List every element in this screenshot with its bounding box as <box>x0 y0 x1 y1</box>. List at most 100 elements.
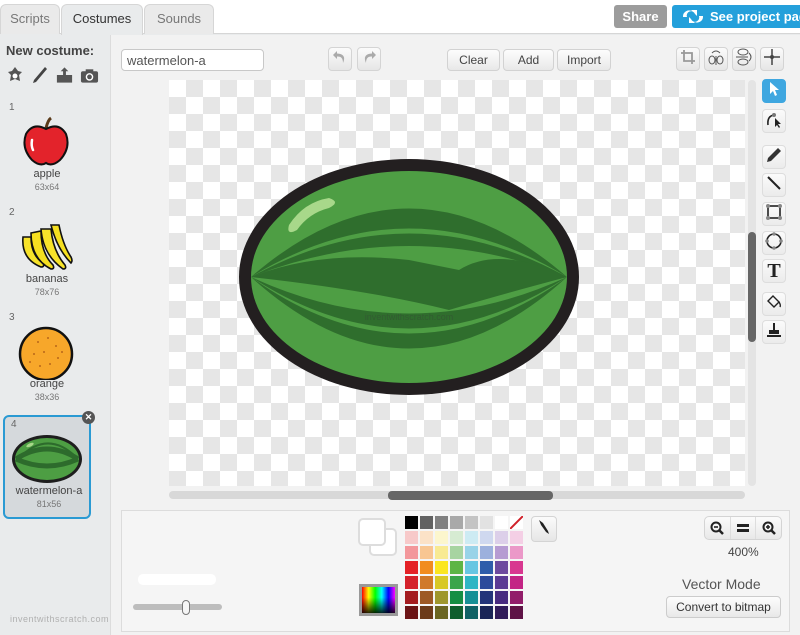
eyedropper-button[interactable] <box>531 516 557 542</box>
duplicate-tool[interactable] <box>762 320 786 344</box>
palette-swatch[interactable] <box>480 546 493 559</box>
camera-icon[interactable] <box>80 65 99 84</box>
redo-button[interactable] <box>357 47 381 71</box>
palette-swatch[interactable] <box>510 576 523 589</box>
palette-swatch[interactable] <box>495 606 508 619</box>
ellipse-tool[interactable] <box>762 231 786 255</box>
undo-button[interactable] <box>328 47 352 71</box>
reshape-tool[interactable] <box>762 109 786 133</box>
palette-swatch[interactable] <box>465 561 478 574</box>
zoom-reset-button[interactable] <box>731 517 757 539</box>
delete-costume-button[interactable]: ✕ <box>82 411 95 424</box>
line-tool[interactable] <box>762 173 786 197</box>
palette-swatch[interactable] <box>510 546 523 559</box>
costume-item-orange[interactable]: 3 orange 38x36 <box>3 310 91 414</box>
palette-swatch[interactable] <box>405 546 418 559</box>
palette-swatch[interactable] <box>420 516 433 529</box>
crop-button[interactable] <box>676 47 700 71</box>
text-tool[interactable]: T <box>762 259 786 283</box>
palette-swatch[interactable] <box>465 516 478 529</box>
palette-swatch[interactable] <box>480 576 493 589</box>
primary-color-swatch[interactable] <box>358 518 386 546</box>
costume-item-apple[interactable]: 1 apple 63x64 <box>3 100 91 204</box>
costume-item-watermelon-a[interactable]: 4 ✕ watermelon-a 81x56 <box>3 411 95 519</box>
palette-swatch[interactable] <box>435 591 448 604</box>
palette-swatch[interactable] <box>405 561 418 574</box>
palette-swatch[interactable] <box>420 576 433 589</box>
palette-swatch[interactable] <box>435 561 448 574</box>
palette-swatch[interactable] <box>420 591 433 604</box>
palette-swatch[interactable] <box>480 531 493 544</box>
fill-color-tool[interactable] <box>762 292 786 316</box>
pencil-tool[interactable] <box>762 145 786 169</box>
upload-costume-icon[interactable] <box>55 65 74 84</box>
palette-swatch[interactable] <box>405 516 418 529</box>
zoom-in-button[interactable] <box>756 517 781 539</box>
flip-horizontal-button[interactable] <box>704 47 728 71</box>
palette-swatch[interactable] <box>450 576 463 589</box>
color-spectrum-button[interactable] <box>359 584 398 616</box>
tab-scripts[interactable]: Scripts <box>0 4 60 34</box>
import-button[interactable]: Import <box>557 49 611 71</box>
palette-swatch[interactable] <box>480 516 493 529</box>
palette-swatch[interactable] <box>465 546 478 559</box>
palette-swatch[interactable] <box>510 561 523 574</box>
tab-costumes[interactable]: Costumes <box>61 4 143 35</box>
paint-new-costume-icon[interactable] <box>30 65 49 84</box>
palette-swatch[interactable] <box>465 591 478 604</box>
see-project-page-button[interactable]: See project page <box>672 5 800 28</box>
palette-swatch[interactable] <box>495 546 508 559</box>
no-color-swatch[interactable] <box>509 515 524 530</box>
set-center-button[interactable] <box>760 47 784 71</box>
palette-swatch[interactable] <box>450 561 463 574</box>
palette-swatch[interactable] <box>420 546 433 559</box>
palette-swatch[interactable] <box>480 591 493 604</box>
palette-swatch[interactable] <box>510 591 523 604</box>
palette-swatch[interactable] <box>510 606 523 619</box>
zoom-out-button[interactable] <box>705 517 731 539</box>
palette-swatch[interactable] <box>420 606 433 619</box>
choose-from-library-icon[interactable] <box>5 65 24 84</box>
select-tool[interactable] <box>762 79 786 103</box>
palette-swatch[interactable] <box>480 606 493 619</box>
palette-swatch[interactable] <box>420 561 433 574</box>
palette-swatch[interactable] <box>420 531 433 544</box>
costume-item-bananas[interactable]: 2 bananas 78x76 <box>3 205 91 309</box>
palette-swatch[interactable] <box>495 561 508 574</box>
palette-swatch[interactable] <box>495 531 508 544</box>
palette-swatch[interactable] <box>450 546 463 559</box>
drawing-canvas[interactable]: inventwithscratch.com <box>169 80 745 486</box>
horizontal-scroll-thumb[interactable] <box>388 491 553 500</box>
palette-swatch[interactable] <box>405 591 418 604</box>
tab-sounds[interactable]: Sounds <box>144 4 214 34</box>
palette-swatch[interactable] <box>435 546 448 559</box>
palette-swatch[interactable] <box>495 516 508 529</box>
vertical-scroll-thumb[interactable] <box>748 232 756 342</box>
palette-swatch[interactable] <box>405 576 418 589</box>
rectangle-tool[interactable] <box>762 202 786 226</box>
palette-swatch[interactable] <box>465 606 478 619</box>
clear-button[interactable]: Clear <box>447 49 500 71</box>
stroke-width-slider-thumb[interactable] <box>182 600 191 615</box>
palette-swatch[interactable] <box>495 576 508 589</box>
palette-swatch[interactable] <box>435 531 448 544</box>
costume-name-input[interactable] <box>121 49 264 71</box>
palette-swatch[interactable] <box>510 531 523 544</box>
palette-swatch[interactable] <box>450 531 463 544</box>
palette-swatch[interactable] <box>435 576 448 589</box>
palette-swatch[interactable] <box>450 606 463 619</box>
add-button[interactable]: Add <box>503 49 554 71</box>
palette-swatch[interactable] <box>480 561 493 574</box>
palette-swatch[interactable] <box>465 576 478 589</box>
palette-swatch[interactable] <box>405 531 418 544</box>
flip-vertical-button[interactable] <box>732 47 756 71</box>
palette-swatch[interactable] <box>405 606 418 619</box>
palette-swatch[interactable] <box>435 606 448 619</box>
palette-swatch[interactable] <box>435 516 448 529</box>
share-button[interactable]: Share <box>614 5 667 28</box>
palette-swatch[interactable] <box>495 591 508 604</box>
palette-swatch[interactable] <box>450 516 463 529</box>
convert-to-bitmap-button[interactable]: Convert to bitmap <box>666 596 781 618</box>
palette-swatch[interactable] <box>465 531 478 544</box>
stroke-width-slider[interactable] <box>133 604 222 610</box>
